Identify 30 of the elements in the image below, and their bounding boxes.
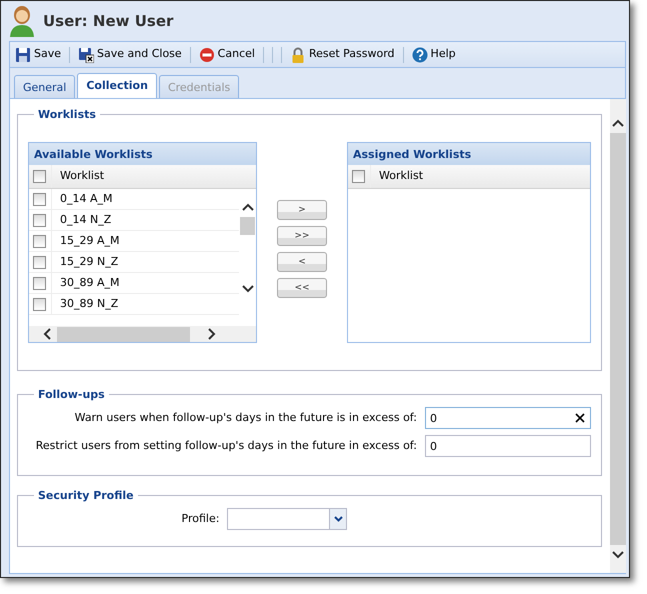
input-field[interactable]: 0	[425, 435, 591, 457]
table-cell: 30_89 A_M	[51, 273, 239, 293]
field-label: Restrict users from setting follow-up's days in the future in excess of:	[36, 438, 417, 454]
move-button[interactable]: <<	[277, 278, 327, 298]
move-button[interactable]: >	[277, 200, 327, 220]
lock-button[interactable]: Reset Password	[286, 45, 398, 64]
section-legend: Follow-ups	[34, 389, 109, 400]
grid-title: Available Worklists	[29, 143, 256, 165]
field-label: Warn users when follow-up's days in the future is in excess of:	[74, 410, 417, 426]
move-button[interactable]: >>	[277, 226, 327, 246]
grid-title: Assigned Worklists	[348, 143, 590, 165]
tab[interactable]: General	[14, 75, 76, 98]
save-close-button[interactable]: Save and Close	[75, 45, 185, 64]
tab[interactable]: Collection	[77, 73, 157, 98]
table-cell: 0_14 N_Z	[51, 210, 239, 230]
column-header: Worklist	[370, 165, 590, 188]
table-cell: 30_89 N_Z	[51, 294, 239, 314]
save-button[interactable]: Save	[12, 45, 64, 64]
section-legend: Worklists	[34, 109, 100, 120]
field-label: Profile:	[182, 510, 220, 527]
window-title: User: New User	[43, 12, 174, 30]
table-cell: 0_14 A_M	[51, 189, 239, 209]
table-cell: 15_29 A_M	[51, 231, 239, 251]
section-legend: Security Profile	[34, 490, 138, 501]
cancel-button[interactable]: Cancel	[196, 45, 258, 64]
help-button[interactable]: Help	[408, 45, 459, 64]
table-cell: 15_29 N_Z	[51, 252, 239, 272]
column-header: Worklist	[51, 165, 256, 188]
input-field[interactable]: 0	[425, 407, 591, 429]
move-button[interactable]: <	[277, 252, 327, 272]
